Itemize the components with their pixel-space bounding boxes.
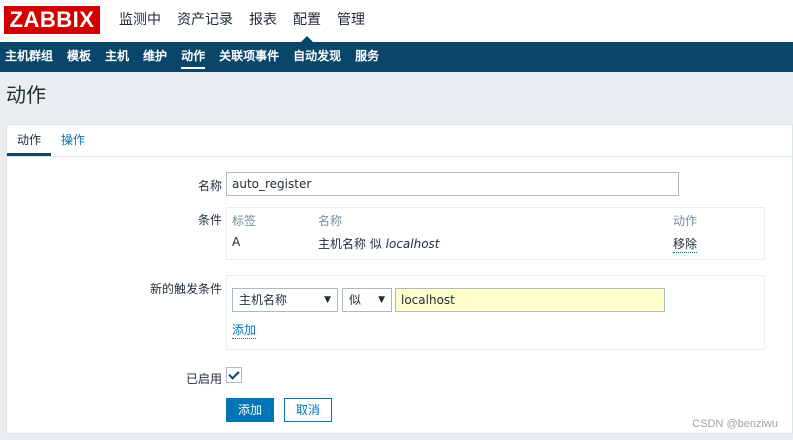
conditions-label: 条件 (197, 213, 222, 227)
main-nav-configuration[interactable]: 配置 (285, 0, 329, 42)
zabbix-logo[interactable]: ZABBIX (4, 6, 100, 34)
add-condition-link[interactable]: 添加 (232, 323, 257, 339)
sub-nav-maintenance[interactable]: 维护 (137, 42, 175, 72)
remove-condition-link[interactable]: 移除 (673, 235, 698, 253)
tab-action[interactable]: 动作 (7, 125, 51, 156)
enabled-label: 已启用 (185, 372, 222, 386)
sub-nav-event-correlation[interactable]: 关联项事件 (213, 42, 287, 72)
conditions-table: 标签 名称 动作 A 主机名称 似 localhost 移除 (226, 207, 765, 260)
condition-operator-value: 似 (349, 293, 362, 307)
name-label: 名称 (197, 179, 222, 193)
sub-nav: 主机群组 模板 主机 维护 动作 关联项事件 自动发现 服务 (0, 42, 793, 72)
action-form-panel: 动作 操作 名称 条件 标签 名称 动作 A 主机名称 似 localhost … (6, 124, 793, 434)
condition-description: 主机名称 似 localhost (318, 235, 440, 252)
dropdown-arrow-icon: ▼ (324, 295, 331, 305)
top-bar: ZABBIX 监测中 资产记录 报表 配置 管理 (0, 0, 793, 42)
main-nav-monitoring[interactable]: 监测中 (111, 0, 169, 42)
tab-bar: 动作 操作 (7, 125, 793, 157)
sub-nav-actions[interactable]: 动作 (175, 42, 213, 72)
cancel-button[interactable]: 取消 (284, 398, 332, 422)
conditions-header-action: 动作 (673, 214, 698, 228)
new-condition-label: 新的触发条件 (149, 282, 222, 296)
main-nav: 监测中 资产记录 报表 配置 管理 (111, 0, 373, 42)
tab-operations[interactable]: 操作 (61, 125, 85, 156)
conditions-header-name: 名称 (318, 214, 343, 228)
page-title: 动作 (6, 83, 46, 107)
sub-nav-discovery[interactable]: 自动发现 (287, 42, 349, 72)
main-nav-inventory[interactable]: 资产记录 (169, 0, 241, 42)
name-input[interactable] (226, 172, 679, 196)
csdn-watermark: CSDN @benziwu (692, 418, 778, 430)
condition-tag: A (232, 235, 241, 249)
sub-nav-templates[interactable]: 模板 (61, 42, 99, 72)
new-condition-box: 主机名称 ▼ 似 ▼ 添加 (226, 275, 765, 350)
checkmark-icon (228, 368, 240, 380)
condition-type-value: 主机名称 (239, 293, 288, 307)
sub-nav-services[interactable]: 服务 (349, 42, 387, 72)
main-nav-reports[interactable]: 报表 (241, 0, 285, 42)
conditions-header-label: 标签 (232, 214, 257, 228)
sub-nav-host-groups[interactable]: 主机群组 (0, 42, 61, 72)
condition-operator-select[interactable]: 似 ▼ (342, 288, 392, 312)
condition-value: localhost (385, 237, 440, 251)
sub-nav-hosts[interactable]: 主机 (99, 42, 137, 72)
enabled-checkbox[interactable] (226, 367, 242, 383)
main-nav-administration[interactable]: 管理 (329, 0, 373, 42)
condition-type-select[interactable]: 主机名称 ▼ (232, 288, 338, 312)
condition-text: 主机名称 似 (318, 237, 386, 251)
dropdown-arrow-icon: ▼ (378, 295, 385, 305)
add-button[interactable]: 添加 (226, 398, 274, 422)
condition-value-input[interactable] (395, 288, 665, 312)
